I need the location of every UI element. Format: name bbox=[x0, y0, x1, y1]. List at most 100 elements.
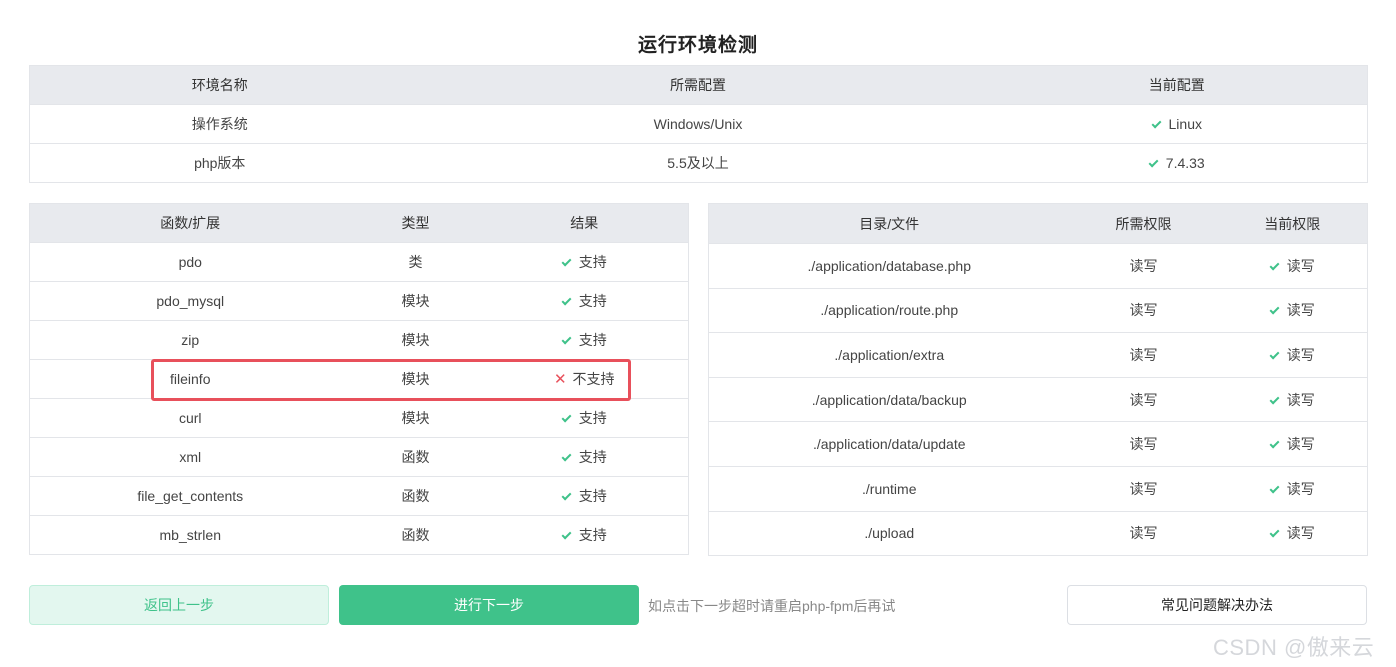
result-label: 支持 bbox=[578, 488, 607, 504]
result-label: 支持 bbox=[578, 410, 607, 426]
env-current: 7.4.33 bbox=[986, 143, 1368, 183]
column-header: 结果 bbox=[480, 203, 689, 243]
directory-current: 读写 bbox=[1217, 243, 1368, 289]
check-icon bbox=[1269, 260, 1280, 271]
column-header: 类型 bbox=[350, 203, 481, 243]
column-header: 环境名称 bbox=[29, 65, 410, 105]
function-name: mb_strlen bbox=[29, 515, 351, 555]
check-icon bbox=[1269, 438, 1280, 449]
function-name: xml bbox=[29, 437, 351, 477]
directory-path: ./application/route.php bbox=[708, 287, 1070, 333]
table-row: php版本 5.5及以上 7.4.33 bbox=[29, 143, 1368, 183]
check-icon bbox=[1151, 118, 1161, 129]
table-row: fileinfo 模块 ✕ 不支持 bbox=[29, 359, 689, 399]
function-type: 模块 bbox=[350, 281, 481, 321]
permission-label: 读写 bbox=[1286, 480, 1315, 497]
function-result: 支持 bbox=[480, 320, 689, 360]
table-header-row: 函数/扩展 类型 结果 bbox=[29, 203, 689, 243]
column-header: 目录/文件 bbox=[708, 203, 1070, 244]
directory-required: 读写 bbox=[1069, 510, 1218, 556]
table-row: curl 模块 支持 bbox=[29, 398, 689, 438]
next-step-button[interactable]: 进行下一步 bbox=[339, 585, 639, 625]
watermark: CSDN @傲来云 bbox=[1213, 635, 1375, 660]
result-label: 支持 bbox=[578, 449, 607, 465]
column-header: 函数/扩展 bbox=[29, 203, 351, 243]
check-icon bbox=[1269, 304, 1280, 315]
directory-required: 读写 bbox=[1069, 421, 1218, 467]
environment-table: 环境名称 所需配置 当前配置 操作系统 Windows/Unix Linux p… bbox=[29, 65, 1368, 183]
check-icon bbox=[561, 529, 572, 540]
table-row: pdo 类 支持 bbox=[29, 242, 689, 282]
directory-required: 读写 bbox=[1069, 465, 1218, 512]
permission-label: 读写 bbox=[1286, 346, 1315, 363]
directory-current: 读写 bbox=[1217, 465, 1368, 512]
directory-path: ./runtime bbox=[708, 465, 1070, 512]
check-icon bbox=[1148, 157, 1159, 168]
check-icon bbox=[1269, 349, 1280, 360]
env-required: Windows/Unix bbox=[409, 104, 987, 144]
check-icon bbox=[561, 256, 572, 267]
function-type: 函数 bbox=[350, 515, 481, 555]
env-current-value: Linux bbox=[1168, 116, 1202, 132]
column-header: 所需权限 bbox=[1069, 203, 1218, 244]
function-name: pdo_mysql bbox=[29, 281, 351, 321]
column-header: 当前权限 bbox=[1217, 203, 1368, 244]
result-label: 支持 bbox=[578, 293, 607, 309]
directory-current: 读写 bbox=[1217, 376, 1368, 422]
table-row: pdo_mysql 模块 支持 bbox=[29, 281, 689, 321]
check-icon bbox=[561, 334, 572, 345]
result-label: 支持 bbox=[578, 332, 607, 348]
function-type: 模块 bbox=[350, 320, 481, 360]
table-row: mb_strlen 函数 支持 bbox=[29, 515, 689, 555]
directory-required: 读写 bbox=[1069, 376, 1218, 422]
functions-table: 函数/扩展 类型 结果 pdo 类 支持 pdo_mysql 模块 支持 zip… bbox=[29, 203, 689, 555]
column-header: 当前配置 bbox=[986, 65, 1368, 105]
table-row: ./application/data/update 读写 读写 bbox=[708, 421, 1368, 467]
directory-path: ./application/database.php bbox=[708, 243, 1070, 289]
function-name: pdo bbox=[29, 242, 351, 282]
directory-required: 读写 bbox=[1069, 332, 1218, 378]
result-label: 不支持 bbox=[572, 371, 615, 387]
table-row: ./runtime 读写 读写 bbox=[708, 465, 1368, 512]
result-label: 支持 bbox=[578, 527, 607, 543]
result-label: 支持 bbox=[578, 254, 607, 270]
table-header-row: 目录/文件 所需权限 当前权限 bbox=[708, 203, 1368, 244]
function-result: 支持 bbox=[480, 398, 689, 438]
function-type: 模块 bbox=[350, 398, 481, 438]
table-row: ./upload 读写 读写 bbox=[708, 510, 1368, 556]
function-result: 支持 bbox=[480, 437, 689, 477]
directory-current: 读写 bbox=[1217, 332, 1368, 378]
timeout-hint: 如点击下一步超时请重启php-fpm后再试 bbox=[648, 598, 896, 614]
function-result: 支持 bbox=[480, 281, 689, 321]
directory-required: 读写 bbox=[1069, 243, 1218, 289]
permission-label: 读写 bbox=[1286, 525, 1315, 542]
env-current-value: 7.4.33 bbox=[1165, 155, 1205, 171]
function-type: 函数 bbox=[350, 437, 481, 477]
function-result: 支持 bbox=[480, 515, 689, 555]
function-name: file_get_contents bbox=[29, 476, 351, 516]
permission-label: 读写 bbox=[1286, 391, 1315, 408]
function-name: curl bbox=[29, 398, 351, 438]
permission-label: 读写 bbox=[1286, 257, 1315, 274]
directory-current: 读写 bbox=[1217, 421, 1368, 467]
check-icon bbox=[1269, 483, 1280, 494]
column-header: 所需配置 bbox=[409, 65, 987, 105]
directory-current: 读写 bbox=[1217, 287, 1368, 333]
table-header-row: 环境名称 所需配置 当前配置 bbox=[29, 65, 1368, 105]
directory-path: ./upload bbox=[708, 510, 1070, 556]
permission-label: 读写 bbox=[1286, 302, 1315, 319]
env-current: Linux bbox=[986, 104, 1368, 144]
table-row: ./application/route.php 读写 读写 bbox=[708, 287, 1368, 333]
page-title: 运行环境检测 bbox=[637, 35, 758, 56]
env-required: 5.5及以上 bbox=[409, 143, 987, 183]
function-result: 支持 bbox=[480, 242, 689, 282]
directory-path: ./application/data/update bbox=[708, 421, 1070, 467]
check-icon bbox=[1269, 394, 1280, 405]
directories-table: 目录/文件 所需权限 当前权限 ./application/database.p… bbox=[708, 203, 1368, 557]
back-button[interactable]: 返回上一步 bbox=[29, 585, 329, 625]
faq-button[interactable]: 常见问题解决办法 bbox=[1067, 585, 1367, 625]
directory-path: ./application/data/backup bbox=[708, 376, 1070, 422]
check-icon bbox=[561, 412, 572, 423]
table-row: 操作系统 Windows/Unix Linux bbox=[29, 104, 1368, 144]
directory-required: 读写 bbox=[1069, 287, 1218, 333]
